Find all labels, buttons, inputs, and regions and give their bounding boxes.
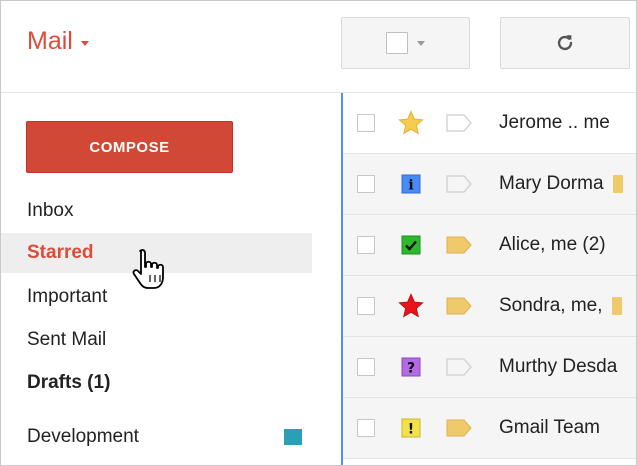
compose-button[interactable]: COMPOSE <box>26 121 233 173</box>
row-checkbox[interactable] <box>357 236 375 254</box>
row-checkbox[interactable] <box>357 175 375 193</box>
sender-name: Murthy Desda <box>499 356 618 377</box>
mail-label-text: Mail <box>27 27 73 55</box>
yellow-star-icon[interactable] <box>395 107 427 139</box>
sender-name: Gmail Team <box>499 417 601 438</box>
importance-marker-icon[interactable] <box>445 358 473 376</box>
sidebar-item-label: Important <box>27 286 108 307</box>
sidebar-item-important[interactable]: Important <box>1 277 312 317</box>
chevron-down-icon <box>417 40 425 46</box>
message-row[interactable]: Jerome .. me <box>343 93 636 154</box>
label-color-swatch[interactable] <box>284 429 302 445</box>
sidebar-item-development[interactable]: Development <box>1 417 312 457</box>
row-checkbox[interactable] <box>357 297 375 315</box>
green-check-icon[interactable] <box>395 229 427 261</box>
refresh-button[interactable] <box>500 17 630 69</box>
yellow-bang-icon[interactable]: ! <box>395 412 427 444</box>
chevron-down-icon <box>80 40 89 46</box>
sidebar-item-label: Inbox <box>27 200 74 221</box>
message-row[interactable]: i Mary Dorma <box>343 154 636 215</box>
purple-question-icon[interactable]: ? <box>395 351 427 383</box>
refresh-icon <box>557 35 573 51</box>
checkbox-icon[interactable] <box>386 32 408 54</box>
message-row[interactable]: Alice, me (2) <box>343 215 636 276</box>
gmail-window: Mail COMPOSE Inbox Starred Important Sen… <box>0 0 637 466</box>
select-all-button[interactable] <box>341 17 470 69</box>
snippet-fragment <box>612 174 623 193</box>
mail-menu-button[interactable]: Mail <box>27 27 89 56</box>
row-checkbox[interactable] <box>357 114 375 132</box>
sidebar-item-label: Drafts (1) <box>27 372 111 393</box>
message-row[interactable]: ? Murthy Desda <box>343 337 636 398</box>
sidebar-item-starred[interactable]: Starred <box>1 233 312 273</box>
message-row[interactable]: Sondra, me, <box>343 276 636 337</box>
importance-marker-icon[interactable] <box>445 236 473 254</box>
message-row[interactable]: ! Gmail Team <box>343 398 636 459</box>
sidebar-item-label: Development <box>27 426 139 447</box>
importance-marker-icon[interactable] <box>445 114 473 132</box>
sender-name: Alice, me (2) <box>499 234 606 255</box>
importance-marker-icon[interactable] <box>445 419 473 437</box>
svg-text:i: i <box>408 178 413 194</box>
sender-name: Sondra, me, <box>499 295 636 317</box>
sidebar-item-sent-mail[interactable]: Sent Mail <box>1 320 312 360</box>
sender-name: Mary Dorma <box>499 173 636 195</box>
sidebar-item-label: Sent Mail <box>27 329 107 350</box>
snippet-fragment <box>611 296 622 315</box>
row-checkbox[interactable] <box>357 358 375 376</box>
top-toolbar: Mail <box>1 1 636 93</box>
row-checkbox[interactable] <box>357 419 375 437</box>
sidebar-item-drafts[interactable]: Drafts (1) <box>1 363 312 403</box>
message-list: Jerome .. me i Mary Dorma Alice, me (2) <box>341 93 636 465</box>
red-star-icon[interactable] <box>395 290 427 322</box>
importance-marker-icon[interactable] <box>445 175 473 193</box>
sidebar-item-label: Starred <box>27 242 94 263</box>
importance-marker-icon[interactable] <box>445 297 473 315</box>
sidebar-item-inbox[interactable]: Inbox <box>1 191 312 231</box>
svg-text:!: ! <box>408 422 414 438</box>
sender-name: Jerome .. me <box>499 112 610 133</box>
blue-info-icon[interactable]: i <box>395 168 427 200</box>
sidebar: COMPOSE Inbox Starred Important Sent Mai… <box>1 93 340 465</box>
svg-text:?: ? <box>407 361 415 377</box>
